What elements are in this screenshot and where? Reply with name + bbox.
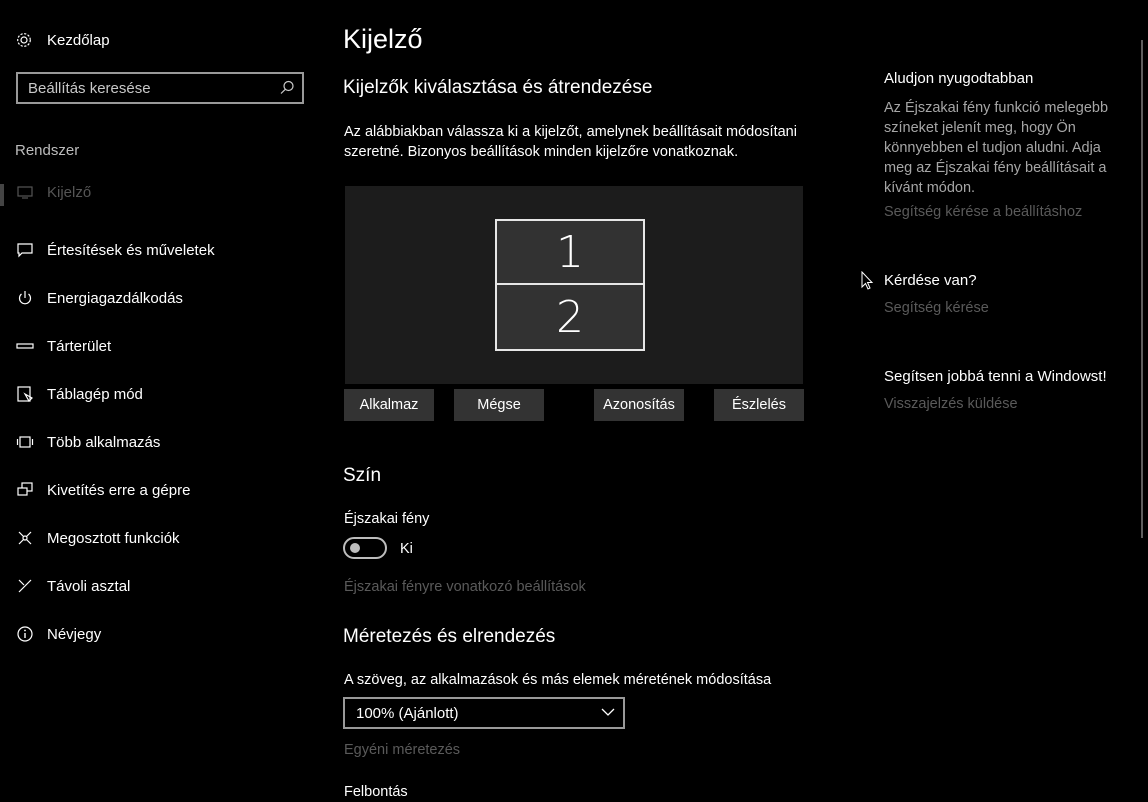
question-heading: Kérdése van? [884, 272, 977, 289]
sidebar-item-label: Megosztott funkciók [47, 529, 180, 547]
sidebar-item-label: Energiagazdálkodás [47, 289, 183, 307]
feedback-link[interactable]: Visszajelzés küldése [884, 396, 1018, 412]
storage-icon [16, 337, 34, 355]
sidebar-item-remote-desktop[interactable]: Távoli asztal [0, 562, 320, 610]
scale-dropdown[interactable]: 100% (Ajánlott) [343, 697, 625, 729]
sidebar-item-display[interactable]: Kijelző [0, 178, 320, 206]
projecting-icon [16, 481, 34, 499]
sleep-help-link[interactable]: Segítség kérése a beállításhoz [884, 204, 1082, 220]
sidebar-item-label: Tárterület [47, 337, 112, 355]
notification-icon [16, 241, 34, 259]
night-light-label: Éjszakai fény [344, 511, 430, 527]
get-help-link[interactable]: Segítség kérése [884, 300, 989, 316]
search-box[interactable] [16, 72, 304, 104]
sidebar-item-power[interactable]: Energiagazdálkodás [0, 274, 320, 322]
arrange-description: Az alábbiakban válassza ki a kijelzőt, a… [344, 124, 797, 160]
remote-desktop-icon [16, 577, 34, 595]
power-icon [16, 289, 34, 307]
sidebar-item-shared-experiences[interactable]: Megosztott funkciók [0, 514, 320, 562]
multitasking-icon [16, 433, 34, 451]
night-light-state: Ki [400, 541, 413, 557]
sleep-heading: Aludjon nyugodtabban [884, 70, 1034, 87]
home-link[interactable]: Kezdőlap [15, 28, 110, 52]
sidebar-item-label: Táblagép mód [47, 385, 143, 403]
scale-label: A szöveg, az alkalmazások és más elemek … [344, 672, 772, 688]
apply-button[interactable]: Alkalmaz [344, 389, 434, 421]
display-arrangement-area[interactable]: 1 2 [345, 186, 803, 384]
color-heading: Szín [343, 465, 382, 486]
sidebar-item-label: Távoli asztal [47, 577, 131, 595]
page-title: Kijelző [343, 24, 423, 54]
sidebar-item-label: Több alkalmazás [47, 433, 161, 451]
section-label: Rendszer [15, 142, 80, 159]
sidebar-item-about[interactable]: Névjegy [0, 610, 320, 658]
monitor-2[interactable]: 2 [495, 283, 645, 351]
scale-dropdown-value: 100% (Ajánlott) [356, 704, 459, 722]
sidebar-item-tablet-mode[interactable]: Táblagép mód [0, 370, 320, 418]
night-light-settings-link[interactable]: Éjszakai fényre vonatkozó beállítások [344, 579, 586, 595]
night-light-toggle[interactable] [343, 537, 387, 559]
sidebar-item-label: Kijelző [47, 183, 92, 201]
cancel-button[interactable]: Mégse [454, 389, 544, 421]
sidebar-item-notifications[interactable]: Értesítések és műveletek [0, 226, 320, 274]
tablet-mode-icon [16, 385, 34, 403]
selection-indicator [0, 184, 4, 206]
scrollbar[interactable] [1141, 40, 1143, 538]
toggle-knob [350, 543, 360, 553]
home-label: Kezdőlap [47, 31, 110, 49]
scale-heading: Méretezés és elrendezés [343, 626, 556, 647]
custom-scaling-link[interactable]: Egyéni méretezés [344, 742, 460, 758]
arrange-heading: Kijelzők kiválasztása és átrendezése [343, 77, 653, 98]
resolution-label: Felbontás [344, 784, 408, 800]
monitor-1[interactable]: 1 [495, 219, 645, 286]
sidebar-item-storage[interactable]: Tárterület [0, 322, 320, 370]
search-input[interactable] [18, 78, 270, 98]
sidebar-item-label: Névjegy [47, 625, 102, 643]
sidebar-item-multitasking[interactable]: Több alkalmazás [0, 418, 320, 466]
monitor-icon [16, 183, 34, 201]
sidebar-item-label: Értesítések és műveletek [47, 241, 215, 259]
sidebar: Kezdőlap Rendszer Kijelző Értesítések és… [0, 0, 320, 801]
feedback-heading: Segítsen jobbá tenni a Windowst! [884, 368, 1107, 385]
sidebar-item-projecting[interactable]: Kivetítés erre a gépre [0, 466, 320, 514]
mouse-cursor-icon [861, 270, 875, 291]
chevron-down-icon [601, 705, 615, 719]
info-icon [16, 625, 34, 643]
identify-button[interactable]: Azonosítás [594, 389, 684, 421]
detect-button[interactable]: Észlelés [714, 389, 804, 421]
gear-icon [15, 31, 33, 49]
sleep-text: Az Éjszakai fény funkció melegebb színek… [884, 100, 1109, 196]
shared-experiences-icon [16, 529, 34, 547]
sidebar-nav: Kijelző Értesítések és műveletek Energia… [0, 178, 320, 658]
sidebar-item-label: Kivetítés erre a gépre [47, 481, 191, 499]
search-icon[interactable] [278, 79, 296, 97]
